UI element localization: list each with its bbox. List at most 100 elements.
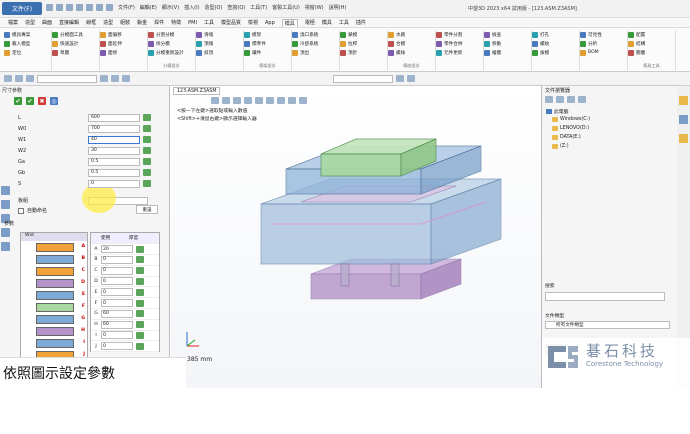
shading-icon[interactable] bbox=[255, 97, 263, 104]
param-input[interactable]: 40 bbox=[88, 135, 140, 144]
render-icon[interactable] bbox=[407, 75, 415, 82]
ribbon-command[interactable]: 標準件 bbox=[244, 39, 291, 48]
ribbon-command[interactable]: BOM bbox=[580, 48, 627, 57]
folder-icon[interactable] bbox=[679, 96, 688, 105]
redo-icon[interactable] bbox=[86, 4, 93, 11]
ribbon-tab[interactable]: 插件 bbox=[356, 19, 366, 26]
forward-icon[interactable] bbox=[556, 96, 564, 103]
ribbon-command[interactable]: 載入模型 bbox=[4, 39, 51, 48]
ribbon-tab[interactable]: 檔案 bbox=[8, 19, 18, 26]
ribbon-command[interactable]: 滑塊 bbox=[196, 30, 243, 39]
palette-icon[interactable] bbox=[679, 134, 688, 143]
expression-icon[interactable] bbox=[136, 256, 144, 264]
ribbon-command[interactable]: 元件更新 bbox=[436, 48, 483, 57]
ribbon-command[interactable]: 配置 bbox=[628, 30, 675, 39]
ribbon-command[interactable]: 可見性 bbox=[580, 30, 627, 39]
ribbon-command[interactable]: 拔模 bbox=[532, 48, 579, 57]
expression-icon[interactable] bbox=[143, 147, 151, 154]
ribbon-command[interactable]: 打孔 bbox=[532, 30, 579, 39]
ribbon-command[interactable]: 面延伸 bbox=[100, 39, 147, 48]
param-input[interactable]: 600 bbox=[88, 113, 140, 122]
ribbon-tab[interactable]: 線框 bbox=[86, 19, 96, 26]
ribbon-command[interactable]: 模架 bbox=[244, 30, 291, 39]
ribbon-command[interactable]: 鎖模 bbox=[340, 30, 387, 39]
app-menu-button[interactable]: 文件(F) bbox=[2, 2, 42, 15]
ribbon-tab[interactable]: 工具 bbox=[204, 19, 214, 26]
ribbon-command[interactable]: 分割分模 bbox=[148, 30, 195, 39]
menu-item[interactable]: 造型(O) bbox=[205, 4, 223, 11]
ribbon-command[interactable]: 頂出 bbox=[292, 48, 339, 57]
param-input[interactable]: 700 bbox=[88, 124, 140, 133]
ribbon-tab[interactable]: 直接編輯 bbox=[59, 19, 79, 26]
ribbon-tab[interactable]: 檢視 bbox=[248, 19, 258, 26]
menu-item[interactable]: 顯示(V) bbox=[162, 4, 179, 11]
auto-name-checkbox[interactable] bbox=[18, 207, 24, 214]
reset-button[interactable]: 重設 bbox=[136, 205, 158, 214]
drive-item[interactable]: LENOVO(D:) bbox=[552, 126, 589, 131]
ribbon-command[interactable]: 拉桿 bbox=[340, 39, 387, 48]
ribbon-command[interactable]: 草圖 bbox=[52, 48, 99, 57]
mold-model[interactable] bbox=[231, 124, 531, 314]
drive-item[interactable]: (Z:) bbox=[552, 144, 569, 149]
expression-icon[interactable] bbox=[136, 310, 144, 318]
expression-icon[interactable] bbox=[136, 299, 144, 307]
face-icon[interactable] bbox=[122, 75, 130, 82]
thickness-input[interactable]: 0 bbox=[101, 266, 133, 275]
expression-icon[interactable] bbox=[136, 277, 144, 285]
refresh-icon[interactable] bbox=[578, 96, 586, 103]
zoom-icon[interactable] bbox=[222, 97, 230, 104]
ribbon-tab[interactable]: 工具 bbox=[339, 19, 349, 26]
select-filter-icon[interactable] bbox=[4, 75, 12, 82]
ribbon-command[interactable]: 澆口系統 bbox=[292, 30, 339, 39]
library-icon[interactable] bbox=[679, 115, 688, 124]
ribbon-command[interactable]: 快速設計 bbox=[52, 39, 99, 48]
assembly-icon[interactable] bbox=[1, 200, 10, 209]
thickness-input[interactable]: 0 bbox=[101, 255, 133, 264]
ribbon-command[interactable]: 頂針 bbox=[340, 48, 387, 57]
expression-icon[interactable] bbox=[143, 114, 151, 121]
expression-icon[interactable] bbox=[136, 245, 144, 253]
undo-icon[interactable] bbox=[76, 4, 83, 11]
help-icon[interactable] bbox=[106, 4, 113, 11]
ribbon-command[interactable]: 螺絲 bbox=[388, 48, 435, 57]
ribbon-command[interactable]: 零件分割 bbox=[436, 30, 483, 39]
ribbon-command[interactable]: 零件合併 bbox=[436, 39, 483, 48]
thickness-input[interactable]: 20 bbox=[101, 245, 133, 253]
preview-icon[interactable]: ◎ bbox=[50, 97, 58, 105]
ribbon-command[interactable]: 繪圖 bbox=[484, 48, 531, 57]
layer-display-icon[interactable] bbox=[288, 97, 296, 104]
ribbon-tab[interactable]: 造型 bbox=[103, 19, 113, 26]
thickness-input[interactable]: 60 bbox=[101, 320, 133, 329]
graphics-viewport[interactable]: 123.ASM.Z3ASM <按一下左鍵>選取點或輸入數值 <Shift>+滑鼠… bbox=[171, 86, 541, 388]
ribbon-command[interactable]: 螺紋 bbox=[532, 39, 579, 48]
edge-icon[interactable] bbox=[111, 75, 119, 82]
expression-icon[interactable] bbox=[136, 267, 144, 275]
ribbon-tab[interactable]: 特徵 bbox=[171, 19, 181, 26]
ribbon-command[interactable]: 圖層 bbox=[628, 48, 675, 57]
thickness-input[interactable]: 0 bbox=[101, 288, 133, 297]
param-input[interactable]: 0 bbox=[88, 179, 140, 188]
menu-item[interactable]: 編輯(E) bbox=[140, 4, 157, 11]
view-icon[interactable] bbox=[396, 75, 404, 82]
ribbon-tab[interactable]: 鈑金 bbox=[137, 19, 147, 26]
ribbon-command[interactable]: 分析 bbox=[580, 39, 627, 48]
apply-icon[interactable]: ✔ bbox=[26, 97, 34, 105]
search-input[interactable] bbox=[545, 292, 665, 301]
section-icon[interactable] bbox=[277, 97, 285, 104]
param-input[interactable]: 0.5 bbox=[88, 168, 140, 177]
menu-item[interactable]: 客製工具(U) bbox=[272, 4, 300, 11]
new-icon[interactable] bbox=[46, 4, 53, 11]
ribbon-command[interactable]: 移動 bbox=[484, 39, 531, 48]
history-icon[interactable] bbox=[1, 186, 10, 195]
ribbon-tab[interactable]: 組裝 bbox=[120, 19, 130, 26]
up-icon[interactable] bbox=[567, 96, 575, 103]
thickness-input[interactable]: 0 bbox=[101, 277, 133, 286]
thickness-input[interactable]: 0 bbox=[101, 299, 133, 307]
ribbon-command[interactable]: 冷卻系統 bbox=[292, 39, 339, 48]
wireframe-icon[interactable] bbox=[266, 97, 274, 104]
file-type-dropdown[interactable]: 所有文件類型 bbox=[545, 321, 670, 329]
menu-item[interactable]: 查詢(Q) bbox=[227, 4, 245, 11]
back-icon[interactable] bbox=[545, 96, 553, 103]
param-input[interactable]: 30 bbox=[88, 146, 140, 155]
confirm-icon[interactable]: ✔ bbox=[14, 97, 22, 105]
